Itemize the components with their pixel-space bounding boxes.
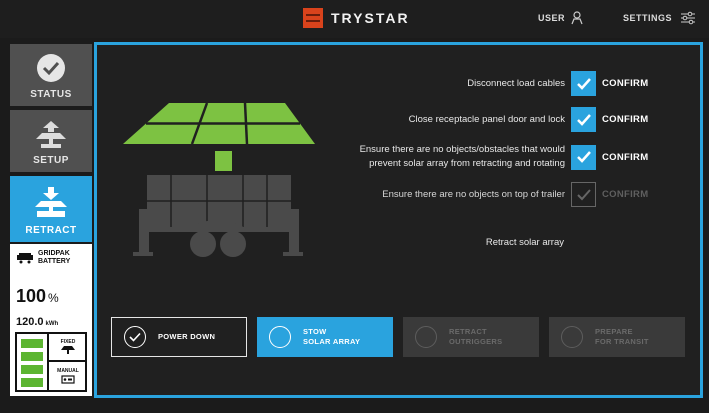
battery-level-bars — [21, 339, 43, 391]
step-label: PREPARE FOR TRANSIT — [595, 327, 649, 347]
step-complete-icon — [124, 326, 146, 348]
solar-array-retract-icon — [35, 187, 67, 217]
brand: TRYSTAR — [303, 8, 410, 28]
battery-bar — [21, 365, 43, 374]
solar-panel-fixed-icon — [61, 346, 75, 354]
battery-energy-value: 120.0 — [16, 316, 44, 328]
user-button[interactable]: USER — [538, 11, 583, 25]
settings-button[interactable]: SETTINGS — [623, 11, 696, 25]
solar-array-up-icon — [36, 121, 66, 148]
manual-mode-button[interactable]: MANUAL — [47, 362, 87, 390]
checklist-item: Close receptacle panel door and lock CON… — [280, 107, 660, 132]
step-pending-icon — [561, 326, 583, 348]
step-label-line2: SOLAR ARRAY — [303, 337, 361, 346]
checklist-item: Disconnect load cables CONFIRM — [280, 71, 660, 96]
step-label-line2: FOR TRANSIT — [595, 337, 649, 346]
step-label: STOW SOLAR ARRAY — [303, 327, 360, 347]
step-power-down[interactable]: POWER DOWN — [111, 317, 247, 357]
checklist-item: Ensure there are no objects on top of tr… — [280, 182, 660, 207]
step-label-line2: OUTRIGGERS — [449, 337, 503, 346]
battery-percent: 100% — [16, 286, 59, 307]
confirm-label: CONFIRM — [602, 114, 649, 125]
battery-percent-value: 100 — [16, 286, 47, 306]
top-bar: TRYSTAR USER SETTINGS — [0, 0, 709, 38]
battery-bar — [21, 378, 43, 387]
confirm-checkbox[interactable] — [571, 144, 596, 170]
checklist-item: Ensure there are no objects/obstacles th… — [280, 143, 660, 171]
step-prepare-for-transit[interactable]: PREPARE FOR TRANSIT — [549, 317, 685, 357]
step-label-line1: STOW — [303, 327, 327, 336]
step-pending-icon — [415, 326, 437, 348]
brand-name: TRYSTAR — [331, 10, 410, 26]
battery-percent-unit: % — [48, 291, 59, 305]
confirm-checkbox[interactable] — [571, 182, 596, 207]
checklist-item-text: Ensure there are no objects/obstacles th… — [359, 144, 565, 169]
confirm-checkbox[interactable] — [571, 71, 596, 96]
confirm-label: CONFIRM — [602, 78, 649, 89]
step-label-line1: PREPARE — [595, 327, 633, 336]
battery-title-line2: BATTERY — [38, 258, 71, 265]
step-current-icon — [269, 326, 291, 348]
battery-header: GRIDPAK BATTERY — [10, 244, 92, 266]
sliders-icon — [681, 11, 696, 25]
battery-title: GRIDPAK BATTERY — [38, 250, 70, 266]
check-circle-icon — [37, 54, 65, 82]
retract-checklist: Disconnect load cables CONFIRM Close rec… — [280, 71, 660, 218]
sidebar-item-status[interactable]: STATUS — [10, 44, 92, 106]
step-label-line1: POWER DOWN — [158, 332, 216, 341]
checklist-item-text: Close receptacle panel door and lock — [408, 113, 565, 125]
step-retract-outriggers[interactable]: RETRACT OUTRIGGERS — [403, 317, 539, 357]
check-icon — [576, 77, 591, 90]
retract-panel: Disconnect load cables CONFIRM Close rec… — [94, 42, 703, 398]
user-label: USER — [538, 13, 566, 23]
checklist-item-text: Disconnect load cables — [467, 77, 565, 89]
trystar-logo-icon — [303, 8, 323, 28]
battery-title-line1: GRIDPAK — [38, 250, 70, 257]
sidebar-item-label: SETUP — [33, 155, 69, 166]
sidebar-item-setup[interactable]: SETUP — [10, 110, 92, 172]
battery-trailer-icon — [17, 253, 33, 264]
sidebar-item-label: STATUS — [30, 89, 72, 100]
manual-control-icon — [61, 375, 75, 384]
battery-energy-unit: kWh — [45, 321, 59, 327]
settings-label: SETTINGS — [623, 13, 673, 23]
sidebar-item-retract[interactable]: RETRACT — [10, 176, 92, 242]
battery-detail-box: FIXED MANUAL — [15, 332, 87, 392]
battery-status-card: GRIDPAK BATTERY 100% 120.0 kWh FIXED MANU… — [10, 244, 92, 396]
battery-bar — [21, 339, 43, 348]
user-icon — [571, 11, 583, 25]
sidebar-item-label: RETRACT — [25, 225, 77, 236]
confirm-label: CONFIRM — [602, 189, 649, 200]
fixed-mode-button[interactable]: FIXED — [47, 334, 87, 362]
checklist-item-text: Ensure there are no objects on top of tr… — [382, 188, 565, 200]
step-stow-solar-array[interactable]: STOW SOLAR ARRAY — [257, 317, 393, 357]
retract-steps: POWER DOWN STOW SOLAR ARRAY RETRACT OUTR… — [111, 317, 685, 357]
sidebar: STATUS SETUP RETRACT — [10, 44, 92, 246]
check-icon — [576, 113, 591, 126]
check-icon — [576, 188, 591, 200]
step-label-line1: RETRACT — [449, 327, 487, 336]
confirm-checkbox[interactable] — [571, 107, 596, 132]
battery-bar — [21, 352, 43, 361]
step-label: RETRACT OUTRIGGERS — [449, 327, 502, 347]
step-label: POWER DOWN — [158, 332, 215, 342]
check-icon — [576, 151, 591, 163]
retract-instruction: Retract solar array — [485, 237, 564, 248]
confirm-label: CONFIRM — [602, 151, 649, 163]
battery-energy: 120.0 kWh — [16, 316, 58, 328]
